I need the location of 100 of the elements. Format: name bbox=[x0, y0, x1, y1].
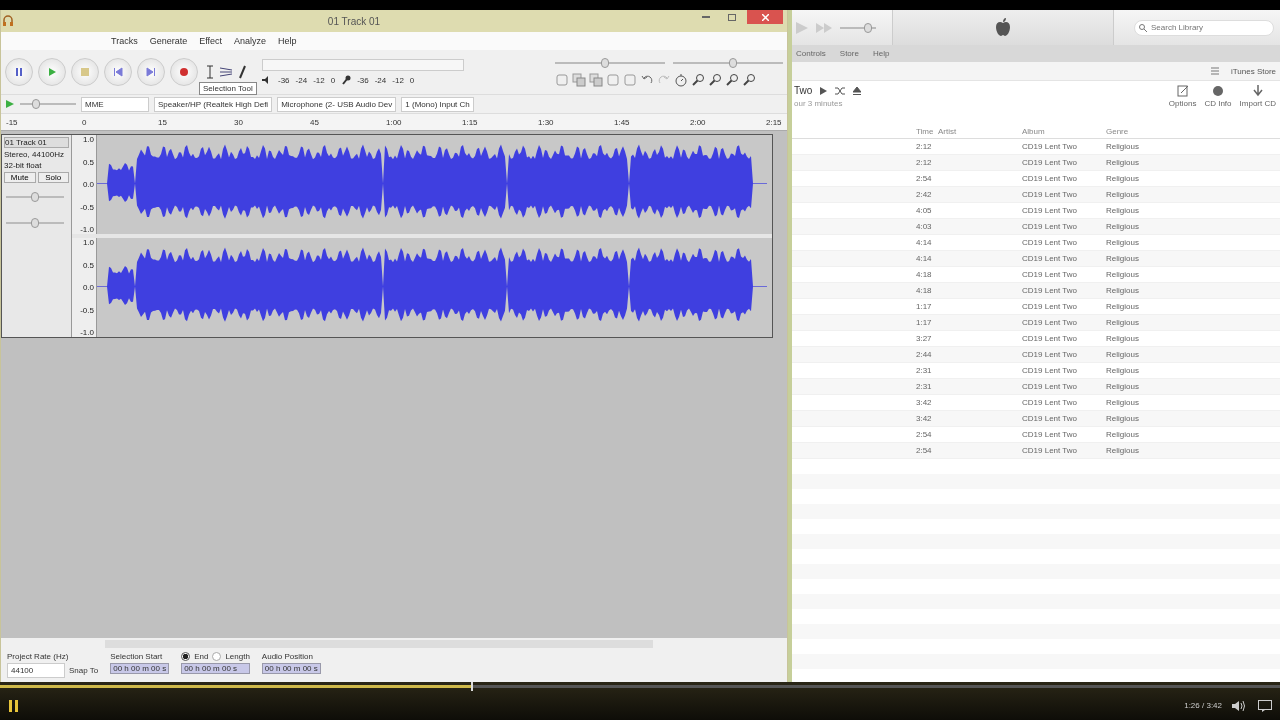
menu-item[interactable]: Store bbox=[839, 49, 859, 58]
table-cell: CD19 Lent Two bbox=[1022, 446, 1077, 455]
search-field[interactable]: Search Library bbox=[1134, 19, 1274, 36]
table-cell: Religious bbox=[1106, 222, 1139, 231]
track-info: Stereo, 44100Hz bbox=[4, 150, 66, 159]
table-cell: CD19 Lent Two bbox=[1022, 158, 1077, 167]
column-header[interactable]: Artist bbox=[938, 127, 957, 136]
time-field[interactable]: 00 h 00 m 00 s bbox=[261, 663, 321, 674]
field-label: Audio Position bbox=[261, 652, 314, 661]
meter-tick: 0 bbox=[409, 75, 415, 85]
track-toggle-button[interactable]: Mute bbox=[4, 172, 36, 183]
scale-label: -1.0 bbox=[79, 328, 94, 337]
toolbar-button[interactable]: CD Info bbox=[1204, 85, 1232, 125]
table-cell-text: 2:54 bbox=[916, 430, 933, 439]
timeline-label: 1:15 bbox=[462, 117, 478, 127]
table-cell-text: 1:17 bbox=[916, 302, 933, 311]
time-field[interactable]: 00 h 00 m 00 s bbox=[110, 663, 170, 674]
table-cell-text: 4:14 bbox=[916, 254, 933, 263]
table-cell: CD19 Lent Two bbox=[1022, 318, 1077, 327]
menu-item[interactable]: Analyze bbox=[234, 36, 267, 46]
toolbar-button[interactable]: Import CD bbox=[1239, 85, 1276, 125]
store-button[interactable]: iTunes Store bbox=[1230, 66, 1276, 76]
column-header[interactable]: Genre bbox=[1106, 127, 1129, 136]
column-header[interactable]: Album bbox=[1022, 127, 1045, 136]
table-cell: CD19 Lent Two bbox=[1022, 382, 1077, 391]
table-cell: Religious bbox=[1106, 190, 1139, 199]
meter-tick: -24 bbox=[295, 75, 308, 85]
table-cell-text: 2:12 bbox=[916, 142, 933, 151]
table-cell-text: 4:14 bbox=[916, 238, 933, 247]
field-label: Project Rate (Hz) bbox=[7, 652, 70, 661]
meter-tick: -24 bbox=[374, 75, 387, 85]
toolbar-button[interactable]: Options bbox=[1168, 85, 1197, 125]
channels-dropdown[interactable]: 1 (Mono) Input Ch bbox=[401, 96, 474, 112]
table-cell: Religious bbox=[1106, 206, 1139, 215]
meter-tick: 0 bbox=[330, 75, 336, 85]
timeline-label: 15 bbox=[158, 117, 167, 127]
scale-label: 0.5 bbox=[81, 157, 94, 167]
scale-label: -1.0 bbox=[79, 225, 94, 234]
table-cell: CD19 Lent Two bbox=[1022, 142, 1077, 151]
scale-label: -0.5 bbox=[79, 202, 94, 212]
radio-label: Length bbox=[225, 652, 250, 661]
table-cell: CD19 Lent Two bbox=[1022, 302, 1077, 311]
project-rate-dropdown[interactable]: 44100 bbox=[7, 663, 65, 678]
meter-tick: -36 bbox=[357, 75, 369, 85]
timeline-label: 45 bbox=[310, 117, 319, 127]
table-cell: Religious bbox=[1106, 318, 1139, 327]
table-cell: Religious bbox=[1106, 270, 1139, 279]
table-cell: Religious bbox=[1106, 254, 1139, 263]
track-name-menu[interactable]: 01 Track 01 bbox=[4, 137, 69, 148]
table-cell: Religious bbox=[1106, 398, 1139, 407]
menu-item[interactable]: Effect bbox=[199, 36, 223, 46]
window-title: 01 Track 01 bbox=[326, 15, 382, 27]
timeline-label: 1:00 bbox=[386, 117, 402, 127]
table-cell-text: 2:44 bbox=[916, 350, 933, 359]
tooltip: Selection Tool bbox=[199, 82, 257, 95]
field-label: Selection Start bbox=[110, 652, 164, 661]
table-cell: CD19 Lent Two bbox=[1022, 270, 1077, 279]
timeline-label: 2:00 bbox=[690, 117, 706, 127]
table-cell-text: 4:03 bbox=[916, 222, 933, 231]
meter-tick: -12 bbox=[392, 75, 404, 85]
input-device-dropdown[interactable]: Microphone (2- USB Audio Dev bbox=[277, 96, 397, 112]
menu-item[interactable]: Generate bbox=[149, 36, 188, 46]
time-field[interactable]: 00 h 00 m 00 s bbox=[181, 663, 250, 674]
table-cell: CD19 Lent Two bbox=[1022, 190, 1077, 199]
menu-item[interactable]: Help bbox=[872, 49, 890, 58]
table-cell: Religious bbox=[1106, 142, 1139, 151]
menu-item[interactable]: Tracks bbox=[111, 36, 138, 46]
track-toggle-button[interactable]: Solo bbox=[37, 172, 69, 183]
table-cell-text: 3:42 bbox=[916, 414, 933, 423]
table-cell: CD19 Lent Two bbox=[1022, 206, 1077, 215]
timeline-label: 2:15 bbox=[766, 117, 782, 127]
table-cell-text: 1:17 bbox=[916, 318, 933, 327]
scale-label: 1.0 bbox=[81, 135, 94, 144]
audio-host-dropdown[interactable]: MME bbox=[81, 96, 149, 112]
column-header[interactable]: Time bbox=[916, 127, 934, 136]
scale-label: 1.0 bbox=[81, 238, 94, 247]
scale-label: -0.5 bbox=[79, 305, 94, 315]
table-cell: CD19 Lent Two bbox=[1022, 238, 1077, 247]
table-cell: Religious bbox=[1106, 158, 1139, 167]
table-cell-text: 2:31 bbox=[916, 366, 933, 375]
radio-label: End bbox=[194, 652, 209, 661]
table-cell: Religious bbox=[1106, 302, 1139, 311]
table-cell: CD19 Lent Two bbox=[1022, 222, 1077, 231]
table-cell-text: 4:05 bbox=[916, 206, 933, 215]
table-cell-text: 4:18 bbox=[916, 286, 933, 295]
table-cell: Religious bbox=[1106, 286, 1139, 295]
table-cell: CD19 Lent Two bbox=[1022, 334, 1077, 343]
table-cell: Religious bbox=[1106, 334, 1139, 343]
scale-label: 0.0 bbox=[81, 180, 94, 189]
menu-item[interactable]: Controls bbox=[796, 49, 826, 58]
output-device-dropdown[interactable]: Speaker/HP (Realtek High Defi bbox=[154, 96, 273, 112]
table-cell-text: 2:54 bbox=[916, 174, 933, 183]
table-cell: CD19 Lent Two bbox=[1022, 254, 1077, 263]
meter-tick: -12 bbox=[313, 75, 325, 85]
menu-item[interactable]: Help bbox=[278, 36, 297, 46]
timeline-label: 0 bbox=[82, 117, 87, 127]
album-duration: our 3 minutes bbox=[794, 99, 844, 108]
table-cell: CD19 Lent Two bbox=[1022, 414, 1077, 423]
table-cell: CD19 Lent Two bbox=[1022, 350, 1077, 359]
table-cell-text: 2:12 bbox=[916, 158, 933, 167]
